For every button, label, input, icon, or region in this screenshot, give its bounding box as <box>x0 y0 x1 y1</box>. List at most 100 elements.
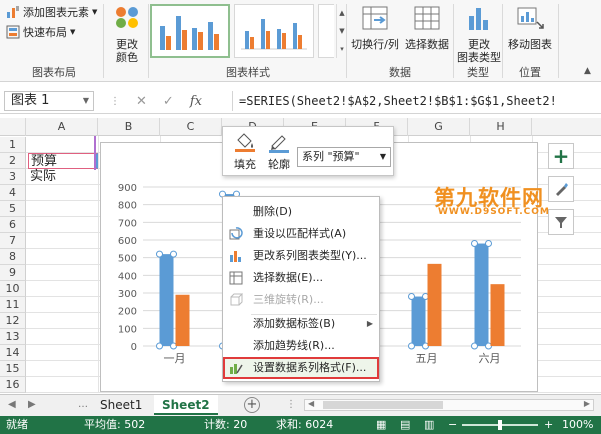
outline-button[interactable]: 轮廓 <box>263 131 295 172</box>
name-box[interactable]: 图表 1 ▼ <box>4 91 94 111</box>
scrollbar-thumb[interactable] <box>323 401 443 409</box>
menu-item-format-data-series[interactable]: 设置数据系列格式(F)... <box>223 357 379 379</box>
add-chart-element-button[interactable]: 添加图表元素 ▼ <box>6 4 97 20</box>
bar-actual[interactable] <box>490 284 505 346</box>
selection-handle[interactable] <box>170 250 177 258</box>
row-header[interactable]: 11 <box>0 297 26 313</box>
bar-actual[interactable] <box>427 263 442 346</box>
row-header[interactable]: 4 <box>0 185 26 201</box>
chart-filters-button[interactable] <box>548 209 574 235</box>
row-header[interactable]: 12 <box>0 313 26 329</box>
ribbon: 添加图表元素 ▼ 快速布局 ▼ 更改 颜色 ▲ ▼ ▾ 切换行/列 选择数据 更… <box>0 0 601 82</box>
brush-icon <box>556 183 568 196</box>
move-chart-button[interactable]: 移动图表 <box>504 4 556 51</box>
chevron-right-icon: ▶ <box>366 319 373 328</box>
row-header[interactable]: 5 <box>0 201 26 217</box>
more-options-icon[interactable]: ⋮ <box>286 399 296 410</box>
cell-a2[interactable]: 预算 <box>28 153 98 169</box>
row-header[interactable]: 9 <box>0 265 26 281</box>
chevron-down-icon[interactable]: ▼ <box>83 92 89 110</box>
zoom-slider-thumb[interactable] <box>498 420 502 430</box>
column-header[interactable]: C <box>160 118 222 136</box>
selection-handle[interactable] <box>408 342 415 350</box>
switch-row-col-button[interactable]: 切换行/列 <box>350 4 400 51</box>
column-header[interactable]: H <box>470 118 532 136</box>
selection-handle[interactable] <box>485 240 492 248</box>
horizontal-scrollbar[interactable]: ◀ ▶ <box>304 399 594 411</box>
chart-styles-button[interactable] <box>548 176 574 202</box>
page-layout-view-icon[interactable]: ▤ <box>400 416 410 434</box>
change-colors-label-2: 颜色 <box>116 51 138 64</box>
page-break-view-icon[interactable]: ▥ <box>424 416 434 434</box>
menu-item-select-data[interactable]: 选择数据(E)... <box>223 267 379 289</box>
cell-a3[interactable]: 实际 <box>28 169 98 185</box>
menu-item-add-trendline[interactable]: 添加趋势线(R)... <box>223 335 379 357</box>
more-options-icon[interactable]: ⋮ <box>110 96 120 107</box>
selection-handle[interactable] <box>471 342 478 350</box>
chart-style-thumbnail-2[interactable] <box>234 4 314 58</box>
scroll-left-icon[interactable]: ◀ <box>308 399 314 408</box>
bar-budget[interactable] <box>159 254 174 346</box>
series-selector[interactable]: 系列 "预算" ▼ <box>297 147 391 167</box>
menu-item-label: 三维旋转(R)... <box>253 293 324 306</box>
chart-style-thumbnail-3[interactable] <box>318 4 334 58</box>
insert-function-button[interactable]: fx <box>190 94 202 109</box>
ribbon-collapse-icon[interactable]: ▲ <box>584 66 591 76</box>
sheet-tab-sheet1[interactable]: Sheet1 <box>92 395 150 415</box>
row-header[interactable]: 7 <box>0 233 26 249</box>
scroll-right-icon[interactable]: ▶ <box>584 399 590 408</box>
fill-button[interactable]: 填充 <box>229 131 261 172</box>
select-data-button[interactable]: 选择数据 <box>402 4 452 51</box>
selection-handle[interactable] <box>408 293 415 301</box>
y-tick-label: 400 <box>118 271 137 282</box>
menu-item-delete[interactable]: 删除(D) <box>223 201 379 223</box>
tab-scroll-right-icon[interactable]: ▶ <box>28 399 36 410</box>
palette-icon <box>116 7 138 28</box>
row-header[interactable]: 6 <box>0 217 26 233</box>
gallery-scroll[interactable]: ▲ ▼ ▾ <box>336 4 346 58</box>
row-header[interactable]: 2 <box>0 153 26 169</box>
menu-item-add-data-labels[interactable]: 添加数据标签(B) ▶ <box>223 313 379 335</box>
selection-handle[interactable] <box>156 250 163 258</box>
menu-item-reset-style[interactable]: 重设以匹配样式(A) <box>223 223 379 245</box>
cancel-icon[interactable]: ✕ <box>136 94 147 109</box>
group-label-chart-styles: 图表样式 <box>226 66 270 79</box>
select-all-corner[interactable] <box>0 118 26 136</box>
quick-layout-button[interactable]: 快速布局 ▼ <box>6 24 75 40</box>
normal-view-icon[interactable]: ▦ <box>376 416 386 434</box>
menu-item-change-series-chart-type[interactable]: 更改系列图表类型(Y)... <box>223 245 379 267</box>
selection-handle[interactable] <box>156 342 163 350</box>
more-tabs-icon[interactable]: … <box>78 399 88 410</box>
change-chart-type-button[interactable]: 更改 图表类型 <box>456 4 502 64</box>
chart-elements-button[interactable]: + <box>548 143 574 169</box>
row-header[interactable]: 13 <box>0 329 26 345</box>
filter-icon <box>555 217 567 228</box>
row-header[interactable]: 10 <box>0 281 26 297</box>
row-header[interactable]: 16 <box>0 377 26 393</box>
add-sheet-button[interactable]: + <box>244 397 260 413</box>
bar-budget[interactable] <box>411 296 426 346</box>
bar-budget[interactable] <box>474 243 489 346</box>
quick-layout-icon <box>6 25 20 39</box>
zoom-in-button[interactable]: + <box>544 416 553 434</box>
tab-scroll-left-icon[interactable]: ◀ <box>8 399 16 410</box>
change-colors-button[interactable]: 更改 颜色 <box>108 4 146 64</box>
zoom-slider[interactable] <box>462 420 538 430</box>
column-header[interactable]: B <box>98 118 160 136</box>
sheet-tab-sheet2[interactable]: Sheet2 <box>154 395 218 415</box>
formula-input[interactable]: =SERIES(Sheet2!$A$2,Sheet2!$B$1:$G$1,She… <box>232 91 600 111</box>
row-header[interactable]: 15 <box>0 361 26 377</box>
chart-style-thumbnail-1[interactable] <box>150 4 230 58</box>
column-header[interactable]: A <box>26 118 98 136</box>
row-header[interactable]: 14 <box>0 345 26 361</box>
column-header[interactable]: G <box>408 118 470 136</box>
fill-label: 填充 <box>234 158 256 171</box>
confirm-icon[interactable]: ✓ <box>163 94 174 109</box>
row-header[interactable]: 3 <box>0 169 26 185</box>
zoom-out-button[interactable]: − <box>448 416 457 434</box>
selection-handle[interactable] <box>471 240 478 248</box>
row-header[interactable]: 1 <box>0 137 26 153</box>
bar-actual[interactable] <box>175 294 190 346</box>
zoom-level[interactable]: 100% <box>562 416 593 434</box>
row-header[interactable]: 8 <box>0 249 26 265</box>
